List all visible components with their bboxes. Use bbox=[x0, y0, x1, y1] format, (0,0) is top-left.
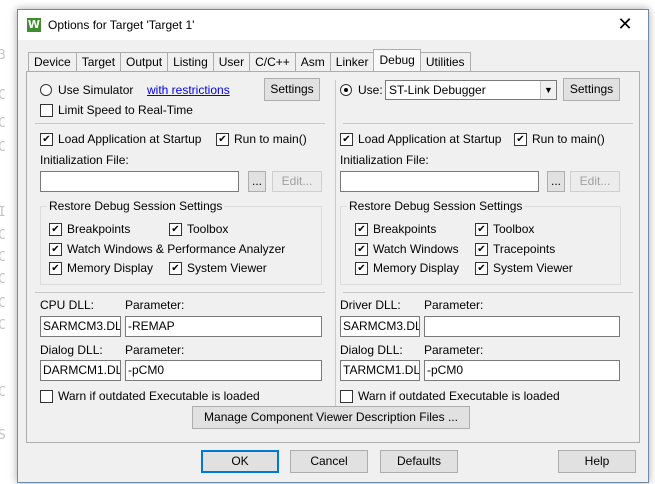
help-button[interactable]: Help bbox=[558, 450, 636, 473]
left-breakpoints-checkbox[interactable]: ✔ bbox=[49, 223, 62, 236]
use-label: Use: bbox=[358, 83, 383, 97]
cpu-dll-input[interactable]: SARMCM3.DLL bbox=[40, 316, 121, 337]
cancel-button[interactable]: Cancel bbox=[290, 450, 368, 473]
right-toolbox-checkbox[interactable]: ✔ bbox=[475, 223, 488, 236]
cpu-dll-label: CPU DLL: bbox=[40, 298, 95, 312]
right-watch-checkbox[interactable]: ✔ bbox=[355, 243, 368, 256]
defaults-button[interactable]: Defaults bbox=[380, 450, 458, 473]
limit-speed-label: Limit Speed to Real-Time bbox=[58, 103, 193, 117]
tab-utilities[interactable]: Utilities bbox=[419, 52, 471, 71]
right-run-to-main-label: Run to main() bbox=[532, 132, 605, 146]
right-breakpoints-label: Breakpoints bbox=[373, 222, 437, 236]
left-memory-checkbox[interactable]: ✔ bbox=[49, 262, 62, 275]
tab-listing[interactable]: Listing bbox=[167, 52, 214, 71]
driver-dll-input[interactable]: SARMCM3.DLL bbox=[340, 316, 420, 337]
right-watch-label: Watch Windows bbox=[373, 242, 459, 256]
right-dialog-dll-input[interactable]: TARMCM1.DLL bbox=[340, 360, 420, 381]
tab-output[interactable]: Output bbox=[120, 52, 169, 71]
left-restore-group-label: Restore Debug Session Settings bbox=[47, 199, 225, 213]
close-icon[interactable]: ✕ bbox=[602, 10, 648, 40]
left-dialog-dll-label: Dialog DLL: bbox=[40, 343, 103, 357]
left-browse-button[interactable]: ... bbox=[248, 171, 266, 192]
right-init-file-input[interactable] bbox=[340, 171, 539, 192]
debugger-select-value: ST-Link Debugger bbox=[389, 83, 486, 97]
right-load-app-checkbox[interactable]: ✔ bbox=[340, 133, 353, 146]
right-edit-button[interactable]: Edit... bbox=[570, 171, 620, 192]
tab-debug[interactable]: Debug bbox=[373, 49, 421, 71]
debugger-settings-button[interactable]: Settings bbox=[563, 78, 620, 101]
tab-user[interactable]: User bbox=[212, 52, 251, 71]
left-warn-label: Warn if outdated Executable is loaded bbox=[58, 389, 260, 403]
right-separator bbox=[343, 123, 633, 124]
left-toolbox-label: Toolbox bbox=[187, 222, 229, 236]
left-dialog-param-input[interactable]: -pCM0 bbox=[125, 360, 322, 381]
right-toolbox-label: Toolbox bbox=[493, 222, 535, 236]
left-warn-checkbox[interactable] bbox=[40, 390, 53, 403]
tab-strip: Device Target Output Listing User C/C++ … bbox=[28, 49, 471, 72]
left-watch-checkbox[interactable]: ✔ bbox=[49, 243, 62, 256]
right-run-to-main-checkbox[interactable]: ✔ bbox=[514, 133, 527, 146]
right-tracepoints-checkbox[interactable]: ✔ bbox=[475, 243, 488, 256]
right-dialog-dll-label: Dialog DLL: bbox=[340, 343, 403, 357]
left-run-to-main-checkbox[interactable]: ✔ bbox=[216, 133, 229, 146]
tab-target[interactable]: Target bbox=[75, 52, 122, 71]
app-icon: W bbox=[27, 18, 41, 32]
cpu-param-input[interactable]: -REMAP bbox=[125, 316, 322, 337]
limit-speed-checkbox[interactable] bbox=[40, 104, 53, 117]
tab-device[interactable]: Device bbox=[28, 52, 77, 71]
driver-dll-label: Driver DLL: bbox=[340, 298, 401, 312]
use-debugger-radio[interactable] bbox=[340, 84, 352, 96]
right-system-viewer-checkbox[interactable]: ✔ bbox=[475, 262, 488, 275]
right-memory-label: Memory Display bbox=[373, 261, 460, 275]
left-separator bbox=[35, 123, 325, 124]
manage-viewer-files-button[interactable]: Manage Component Viewer Description File… bbox=[192, 406, 470, 429]
use-simulator-radio[interactable] bbox=[40, 84, 52, 96]
column-divider bbox=[335, 80, 336, 407]
dialog-title: Options for Target 'Target 1' bbox=[48, 18, 195, 32]
right-breakpoints-checkbox[interactable]: ✔ bbox=[355, 223, 368, 236]
debug-page: Use Simulator with restrictions Settings… bbox=[26, 71, 640, 443]
debugger-select[interactable]: ST-Link Debugger ▼ bbox=[385, 80, 557, 100]
left-load-app-label: Load Application at Startup bbox=[58, 132, 202, 146]
right-dialog-param-label: Parameter: bbox=[424, 343, 484, 357]
right-system-viewer-label: System Viewer bbox=[493, 261, 573, 275]
left-dialog-param-label: Parameter: bbox=[125, 343, 185, 357]
right-dialog-param-input[interactable]: -pCM0 bbox=[424, 360, 620, 381]
right-browse-button[interactable]: ... bbox=[547, 171, 565, 192]
driver-param-label: Parameter: bbox=[424, 298, 484, 312]
left-separator-2 bbox=[35, 292, 325, 293]
right-load-app-label: Load Application at Startup bbox=[358, 132, 502, 146]
use-simulator-label: Use Simulator bbox=[58, 83, 134, 97]
left-system-viewer-label: System Viewer bbox=[187, 261, 267, 275]
left-memory-label: Memory Display bbox=[67, 261, 154, 275]
cpu-param-label: Parameter: bbox=[125, 298, 185, 312]
right-memory-checkbox[interactable]: ✔ bbox=[355, 262, 368, 275]
right-separator-2 bbox=[343, 292, 633, 293]
left-watch-label: Watch Windows & Performance Analyzer bbox=[67, 242, 286, 256]
left-breakpoints-label: Breakpoints bbox=[67, 222, 131, 236]
right-tracepoints-label: Tracepoints bbox=[493, 242, 556, 256]
left-edit-button[interactable]: Edit... bbox=[272, 171, 322, 192]
title-bar: W Options for Target 'Target 1' ✕ bbox=[18, 10, 648, 40]
left-system-viewer-checkbox[interactable]: ✔ bbox=[169, 262, 182, 275]
restrictions-link[interactable]: with restrictions bbox=[147, 83, 230, 97]
tab-asm[interactable]: Asm bbox=[294, 52, 331, 71]
right-init-file-label: Initialization File: bbox=[340, 153, 429, 167]
left-dialog-dll-input[interactable]: DARMCM1.DLL bbox=[40, 360, 121, 381]
left-load-app-checkbox[interactable]: ✔ bbox=[40, 133, 53, 146]
left-init-file-label: Initialization File: bbox=[40, 153, 129, 167]
right-warn-label: Warn if outdated Executable is loaded bbox=[358, 389, 560, 403]
tab-linker[interactable]: Linker bbox=[329, 52, 375, 71]
options-dialog: W Options for Target 'Target 1' ✕ Device… bbox=[17, 9, 649, 483]
right-restore-group-label: Restore Debug Session Settings bbox=[347, 199, 525, 213]
ok-button[interactable]: OK bbox=[201, 450, 279, 473]
tab-c-cpp[interactable]: C/C++ bbox=[249, 52, 296, 71]
driver-param-input[interactable] bbox=[424, 316, 620, 337]
left-init-file-input[interactable] bbox=[40, 171, 239, 192]
left-run-to-main-label: Run to main() bbox=[234, 132, 307, 146]
left-toolbox-checkbox[interactable]: ✔ bbox=[169, 223, 182, 236]
chevron-down-icon[interactable]: ▼ bbox=[540, 81, 556, 99]
right-warn-checkbox[interactable] bbox=[340, 390, 353, 403]
simulator-settings-button[interactable]: Settings bbox=[264, 78, 320, 101]
